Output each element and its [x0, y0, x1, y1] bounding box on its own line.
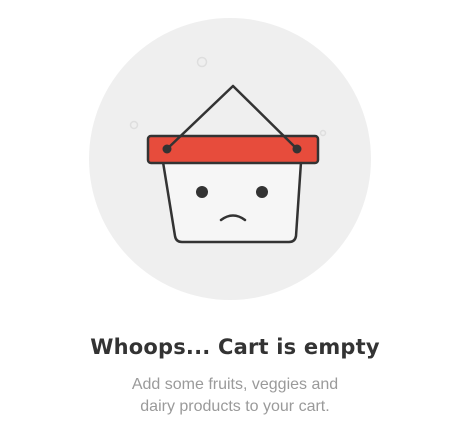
empty-cart-title: Whoops... Cart is empty [90, 335, 380, 359]
handle-rivet-right [292, 144, 302, 154]
empty-cart-message: Add some fruits, veggies and dairy produ… [85, 374, 385, 418]
empty-basket-illustration [89, 18, 371, 300]
basket-rim [146, 134, 320, 165]
empty-cart-state: Whoops... Cart is empty Add some fruits,… [0, 0, 470, 433]
sad-shopping-basket-icon [89, 18, 371, 300]
basket-body [161, 160, 303, 244]
left-eye [196, 186, 208, 198]
right-eye [256, 186, 268, 198]
handle-rivet-left [162, 144, 172, 154]
empty-cart-message-line: dairy products to your cart. [140, 398, 330, 415]
empty-cart-message-line: Add some fruits, veggies and [131, 376, 339, 393]
